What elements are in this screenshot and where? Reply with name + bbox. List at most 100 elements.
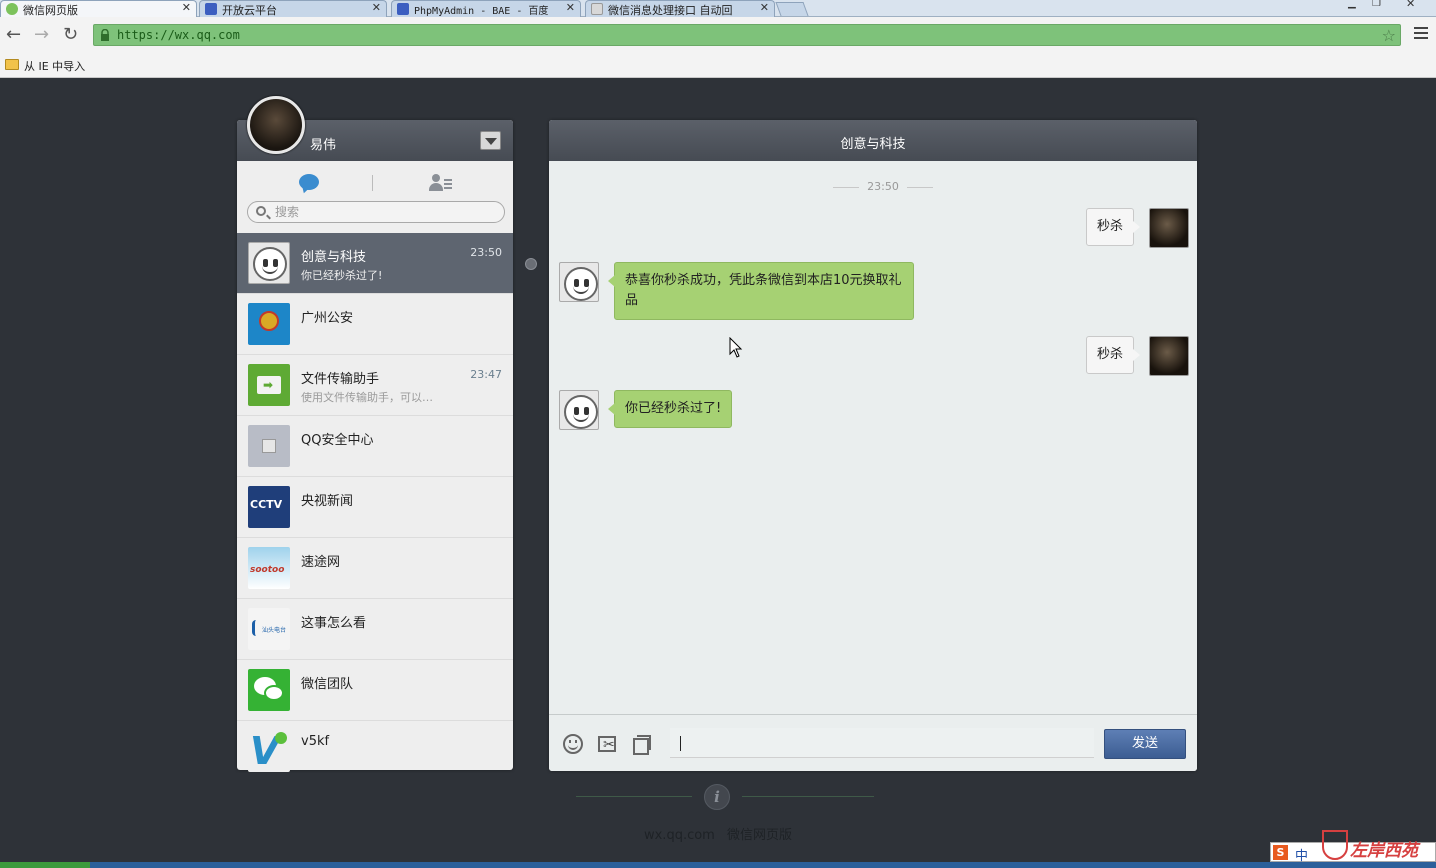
conversation-name: 文件传输助手: [301, 372, 380, 387]
browser-tab-cloud[interactable]: 开放云平台 ✕: [199, 0, 387, 17]
avatar: ➡: [248, 364, 290, 406]
address-bar[interactable]: https://wx.qq.com ☆: [93, 24, 1401, 46]
avatar: V: [248, 730, 290, 772]
user-name: 易伟: [310, 138, 337, 153]
chat-panel: 创意与科技 23:50 秒杀 恭喜你秒杀成功，凭此条微信到本店10元换取礼品 秒…: [549, 120, 1197, 771]
message-text: 恭喜你秒杀成功，凭此条微信到本店10元换取礼品: [625, 273, 902, 308]
avatar[interactable]: [1149, 208, 1189, 248]
ime-language[interactable]: 中: [1295, 845, 1308, 864]
panel-toggle-handle[interactable]: [525, 258, 537, 270]
text-caret: [680, 736, 681, 751]
info-icon[interactable]: i: [704, 784, 730, 810]
outgoing-message[interactable]: 秒杀: [1085, 336, 1141, 374]
chat-header: 创意与科技: [549, 120, 1197, 161]
sogou-icon[interactable]: S: [1273, 845, 1288, 860]
chat-bubble-icon[interactable]: [299, 174, 319, 190]
conversation-name: 微信团队: [301, 677, 354, 692]
avatar[interactable]: [559, 390, 599, 430]
menu-icon[interactable]: [1414, 27, 1428, 41]
message-area[interactable]: 23:50 秒杀 恭喜你秒杀成功，凭此条微信到本店10元换取礼品 秒杀 你已经秒…: [549, 161, 1197, 714]
close-tab-icon[interactable]: ✕: [566, 1, 575, 14]
watermark-logo: 左岸西苑: [1320, 828, 1436, 864]
avatar: 汕头电台: [248, 608, 290, 650]
list-item[interactable]: sootoo 速途网: [237, 538, 513, 599]
browser-tab-phpmyadmin[interactable]: PhpMyAdmin - BAE - 百度 ✕: [391, 0, 581, 17]
conversation-name: 这事怎么看: [301, 616, 367, 631]
browser-tab-wechat[interactable]: 微信网页版 ✕: [0, 0, 197, 17]
footer: wx.qq.com 微信网页版: [0, 824, 1436, 843]
send-button[interactable]: 发送: [1104, 729, 1186, 759]
tab-title: 微信消息处理接口 自动回: [608, 4, 733, 17]
incoming-message[interactable]: 恭喜你秒杀成功，凭此条微信到本店10元换取礼品: [608, 262, 914, 320]
chat-title[interactable]: 创意与科技: [549, 133, 1197, 152]
avatar[interactable]: [559, 262, 599, 302]
taskbar: [0, 862, 1436, 868]
minimize-icon[interactable]: ▁: [1348, 0, 1356, 10]
list-item[interactable]: CCTV 央视新闻: [237, 477, 513, 538]
avatar: [248, 242, 290, 284]
conversation-time: 23:50: [470, 246, 502, 259]
message-text: 秒杀: [1096, 219, 1123, 234]
incoming-message[interactable]: 你已经秒杀过了!: [607, 390, 733, 428]
chevron-down-icon[interactable]: [480, 131, 501, 150]
sidebar-header: 易伟: [237, 96, 513, 161]
browser-tab-wechat-api[interactable]: 微信消息处理接口 自动回 ✕: [585, 0, 775, 17]
conversation-name: 央视新闻: [301, 494, 354, 509]
outgoing-message[interactable]: 秒杀: [1085, 208, 1141, 246]
conversation-sidebar: 易伟 创意与科技 23:50 你已经秒杀过了! 广州公安 ➡ 文件传输助手 23…: [237, 96, 513, 772]
folder-icon: [5, 59, 19, 70]
url-text[interactable]: https://wx.qq.com: [117, 28, 240, 42]
screenshot-icon[interactable]: [597, 734, 617, 754]
conversation-name: v5kf: [301, 734, 330, 749]
bookmark-bar: 从 IE 中导入: [0, 54, 1436, 78]
send-file-icon[interactable]: [632, 734, 652, 755]
list-item[interactable]: 汕头电台 这事怎么看: [237, 599, 513, 660]
emoji-icon[interactable]: [563, 734, 583, 754]
list-item[interactable]: V v5kf: [237, 721, 513, 782]
reload-icon[interactable]: ↻: [63, 26, 78, 44]
close-window-icon[interactable]: ✕: [1406, 0, 1415, 10]
sidebar-tabs: [237, 161, 513, 201]
avatar[interactable]: [1149, 336, 1189, 376]
wechat-favicon-icon: [6, 3, 18, 15]
browser-tab-bar: 微信网页版 ✕ 开放云平台 ✕ PhpMyAdmin - BAE - 百度 ✕ …: [0, 0, 1436, 17]
list-item[interactable]: 创意与科技 23:50 你已经秒杀过了!: [237, 233, 513, 294]
tab-title: 开放云平台: [222, 4, 277, 17]
back-arrow-icon[interactable]: ←: [6, 26, 21, 44]
list-item[interactable]: 广州公安: [237, 294, 513, 355]
watermark-text: 左岸西苑: [1350, 841, 1418, 861]
tab-title: PhpMyAdmin - BAE - 百度: [414, 6, 549, 17]
conversation-name: 创意与科技: [301, 250, 367, 265]
search-box: [247, 201, 505, 223]
conversation-time: 23:47: [470, 368, 502, 381]
message-timestamp: 23:50: [833, 180, 933, 193]
bookmark-import-ie[interactable]: 从 IE 中导入: [24, 58, 85, 74]
restore-icon[interactable]: ❐: [1372, 0, 1381, 10]
lock-icon: [101, 29, 109, 41]
close-tab-icon[interactable]: ✕: [372, 1, 381, 14]
message-text: 你已经秒杀过了!: [625, 401, 722, 416]
conversation-name: QQ安全中心: [301, 433, 374, 448]
forward-arrow-icon[interactable]: →: [34, 26, 49, 44]
star-icon[interactable]: ☆: [1382, 26, 1396, 45]
conversation-name: 广州公安: [301, 311, 354, 326]
close-tab-icon[interactable]: ✕: [760, 1, 769, 14]
search-icon: [256, 206, 266, 216]
avatar: [248, 669, 290, 711]
list-item[interactable]: QQ安全中心: [237, 416, 513, 477]
shield-icon: [1322, 830, 1348, 860]
avatar[interactable]: [247, 96, 305, 154]
contacts-icon[interactable]: [429, 174, 453, 192]
list-item[interactable]: ➡ 文件传输助手 23:47 使用文件传输助手，可以…: [237, 355, 513, 416]
avatar: CCTV: [248, 486, 290, 528]
footer-domain[interactable]: wx.qq.com: [644, 828, 715, 843]
close-tab-icon[interactable]: ✕: [182, 1, 191, 14]
avatar: [248, 303, 290, 345]
new-tab-button[interactable]: [775, 2, 809, 16]
conversation-preview: 你已经秒杀过了!: [301, 269, 383, 282]
browser-toolbar: ← → ↻ https://wx.qq.com ☆: [0, 17, 1436, 54]
search-input[interactable]: [275, 204, 495, 220]
message-input[interactable]: [670, 728, 1094, 758]
list-item[interactable]: 微信团队: [237, 660, 513, 721]
divider: [742, 796, 874, 797]
